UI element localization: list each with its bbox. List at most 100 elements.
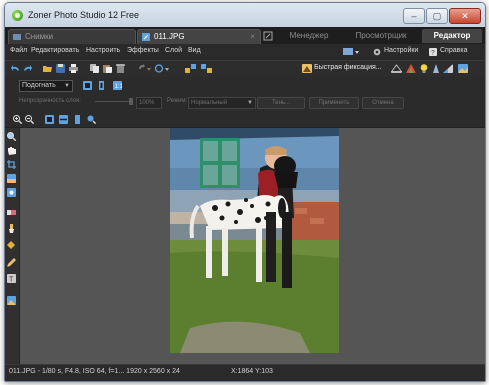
folder-icon — [13, 34, 21, 40]
app-body: Снимки 011.JPG × Менеджер Просмотрщик Ре… — [5, 27, 485, 381]
tab-document-label: 011.JPG — [154, 32, 185, 41]
new-tab-icon[interactable] — [263, 31, 273, 41]
close-icon: ✕ — [461, 11, 469, 21]
menu-effects[interactable]: Эффекты — [127, 47, 159, 54]
rotate-right-icon[interactable] — [155, 64, 169, 73]
image-canvas[interactable] — [20, 128, 485, 364]
chevron-down-icon: ▼ — [247, 100, 253, 106]
balance-icon[interactable] — [391, 64, 402, 73]
bulb-icon[interactable] — [419, 64, 429, 73]
edit-doc-icon — [142, 33, 150, 41]
svg-text:1:1: 1:1 — [115, 84, 123, 90]
color-palette-icon[interactable] — [406, 64, 416, 73]
mode-tab-manager[interactable]: Менеджер — [278, 29, 340, 43]
mode-tab-editor[interactable]: Редактор — [422, 29, 482, 43]
fit-width-icon[interactable] — [59, 115, 68, 124]
maximize-button[interactable]: ▢ — [426, 8, 448, 24]
fill-icon[interactable] — [7, 240, 16, 249]
status-file-info: 011.JPG - 1/80 s, F4.8, ISO 64, f=1... 1… — [9, 368, 180, 375]
tab-browse-label: Снимки — [25, 32, 54, 41]
blend-mode-select[interactable]: Нормальный ▼ — [188, 97, 256, 109]
help-icon: ? — [429, 48, 437, 56]
gear-icon — [373, 48, 381, 56]
select-icon[interactable] — [7, 174, 16, 183]
document-tab-bar: Снимки 011.JPG × Менеджер Просмотрщик Ре… — [5, 27, 485, 44]
clone-icon[interactable] — [7, 188, 16, 197]
opacity-value-text: 100% — [139, 100, 155, 106]
layout-dropdown-icon[interactable] — [343, 47, 359, 57]
window-title: Zoner Photo Studio 12 Free — [28, 10, 140, 20]
actual-size-icon[interactable]: 1:1 — [113, 81, 122, 90]
paste-icon[interactable] — [103, 64, 112, 73]
shadow-button[interactable]: Тень... — [257, 97, 305, 109]
opacity-value[interactable]: 100% — [136, 97, 162, 109]
canvas-size-icon[interactable] — [201, 64, 213, 73]
menu-help[interactable]: Справка — [440, 47, 467, 54]
opacity-slider-handle[interactable] — [129, 98, 133, 105]
blend-mode-label: Режим: — [167, 98, 188, 104]
quick-fix-button[interactable]: Быстрая фиксация... — [314, 64, 382, 71]
fit-height-icon[interactable] — [73, 115, 82, 124]
text-icon[interactable]: T — [7, 274, 16, 283]
crop-icon[interactable] — [7, 160, 16, 169]
title-bar: Zoner Photo Studio 12 Free – ▢ ✕ — [5, 3, 485, 27]
zoom-icon[interactable] — [7, 132, 16, 141]
app-logo-icon — [12, 10, 23, 21]
fit-height-icon[interactable] — [97, 81, 106, 90]
fit-window-icon[interactable] — [83, 81, 92, 90]
delete-icon[interactable] — [116, 64, 125, 73]
apply-button[interactable]: Применить — [309, 97, 359, 109]
zoom-select[interactable]: Подогнать ▼ — [19, 80, 73, 92]
opacity-label: Непрозрачность слоя: — [19, 98, 81, 104]
zoom-actual-icon[interactable] — [87, 115, 96, 124]
menu-layer[interactable]: Слой — [165, 47, 182, 54]
menu-settings[interactable]: Настройки — [384, 47, 418, 54]
photo-enhance-icon[interactable] — [458, 64, 468, 73]
hand-icon[interactable] — [7, 146, 16, 155]
zoom-out-icon[interactable] — [25, 115, 34, 124]
svg-text:T: T — [9, 277, 14, 284]
open-folder-icon[interactable] — [43, 64, 52, 73]
brush-icon[interactable] — [7, 224, 16, 233]
quick-fix-icon — [302, 64, 312, 73]
zoom-select-value: Подогнать — [22, 82, 56, 89]
close-button[interactable]: ✕ — [449, 8, 481, 24]
resize-icon[interactable] — [185, 64, 197, 73]
cancel-button[interactable]: Отмена — [362, 97, 404, 109]
mode-tab-viewer[interactable]: Просмотрщик — [342, 29, 420, 43]
save-icon[interactable] — [56, 64, 65, 73]
levels-icon[interactable] — [443, 64, 453, 73]
menu-file[interactable]: Файл — [10, 47, 27, 54]
fit-window-icon[interactable] — [45, 115, 54, 124]
zoom-in-icon[interactable] — [13, 115, 22, 124]
chevron-down-icon: ▼ — [64, 83, 70, 89]
print-icon[interactable] — [69, 64, 78, 73]
app-window: Zoner Photo Studio 12 Free – ▢ ✕ Снимки … — [4, 2, 486, 382]
rotate-left-icon[interactable] — [137, 64, 151, 73]
status-bar: 011.JPG - 1/80 s, F4.8, ISO 64, f=1... 1… — [5, 364, 485, 381]
eraser-icon[interactable] — [7, 208, 16, 217]
main-toolbar: Быстрая фиксация... — [5, 60, 485, 77]
opacity-slider-track[interactable] — [95, 101, 133, 102]
zoom-toolbar: Подогнать ▼ 1:1 — [5, 77, 485, 93]
image-icon[interactable] — [7, 296, 16, 305]
blend-mode-value: Нормальный — [191, 100, 228, 106]
status-coords: X:1864 Y:103 — [231, 368, 273, 375]
minimize-button[interactable]: – — [403, 8, 425, 24]
menu-bar: Файл Редактировать Настроить Эффекты Сло… — [5, 44, 485, 60]
maximize-icon: ▢ — [432, 11, 442, 21]
menu-view[interactable]: Вид — [188, 47, 201, 54]
copy-icon[interactable] — [90, 64, 99, 73]
tab-close-icon[interactable]: × — [250, 30, 255, 44]
menu-edit[interactable]: Редактировать — [31, 47, 79, 54]
pencil-icon[interactable] — [7, 258, 16, 267]
minimize-icon: – — [411, 11, 417, 21]
undo-icon[interactable] — [11, 64, 20, 73]
tab-browse[interactable]: Снимки — [8, 29, 136, 44]
left-tool-palette: T — [5, 128, 20, 364]
menu-adjust[interactable]: Настроить — [86, 47, 120, 54]
photo-image — [170, 128, 339, 353]
sharpen-icon[interactable] — [431, 64, 441, 73]
tab-document[interactable]: 011.JPG × — [137, 29, 261, 44]
redo-icon[interactable] — [23, 64, 32, 73]
